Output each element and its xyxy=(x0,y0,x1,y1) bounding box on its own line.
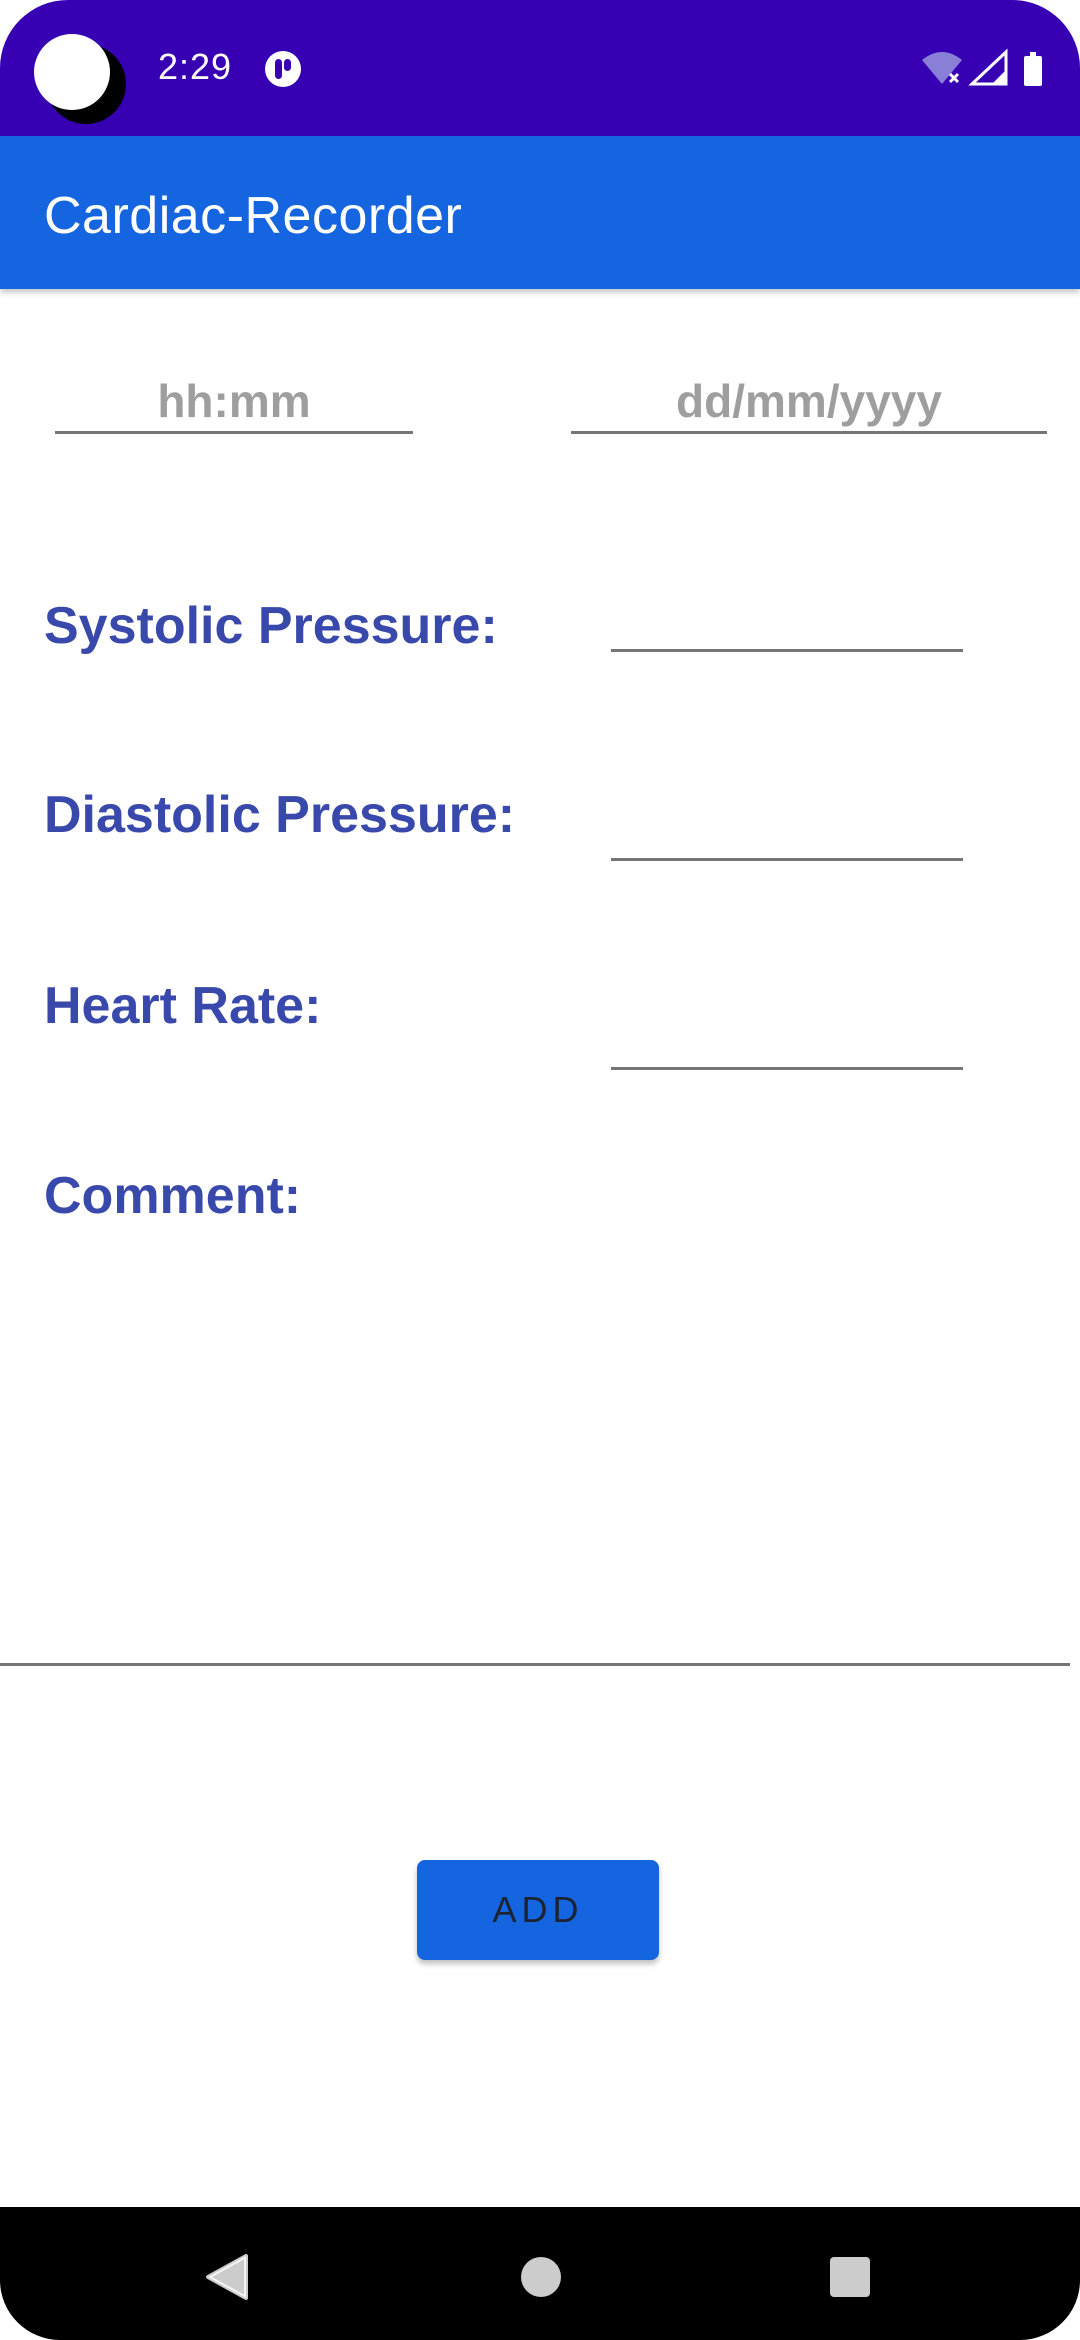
back-triangle-icon xyxy=(206,2254,248,2300)
recents-square-icon xyxy=(830,2257,870,2297)
status-time: 2:29 xyxy=(158,46,233,87)
add-button[interactable]: ADD xyxy=(417,1860,659,1960)
home-circle-icon xyxy=(521,2257,561,2297)
app-notification-icon xyxy=(265,51,301,87)
cell-signal-icon xyxy=(968,48,1008,86)
comment-input[interactable] xyxy=(0,1663,1070,1666)
systolic-label: Systolic Pressure: xyxy=(44,597,498,655)
home-button[interactable] xyxy=(501,2237,581,2317)
systolic-input[interactable] xyxy=(611,649,963,652)
battery-icon xyxy=(1024,52,1042,86)
heart-rate-input[interactable] xyxy=(611,1067,963,1070)
status-bar: 2:29 xyxy=(0,0,1080,136)
status-icons xyxy=(922,48,1042,86)
date-field-container xyxy=(571,371,1047,434)
time-field-container xyxy=(55,371,413,434)
recents-button[interactable] xyxy=(810,2237,890,2317)
wifi-off-icon xyxy=(922,52,962,84)
time-input[interactable] xyxy=(55,371,413,431)
heart-rate-label: Heart Rate: xyxy=(44,977,322,1035)
date-input[interactable] xyxy=(571,371,1047,431)
navigation-bar xyxy=(0,2207,1080,2340)
app-title: Cardiac-Recorder xyxy=(44,187,463,245)
comment-label: Comment: xyxy=(44,1167,302,1225)
diastolic-label: Diastolic Pressure: xyxy=(44,786,516,844)
app-bar: Cardiac-Recorder xyxy=(0,136,1080,289)
diastolic-input[interactable] xyxy=(611,858,963,861)
back-button[interactable] xyxy=(186,2237,266,2317)
camera-cutout xyxy=(34,34,126,126)
